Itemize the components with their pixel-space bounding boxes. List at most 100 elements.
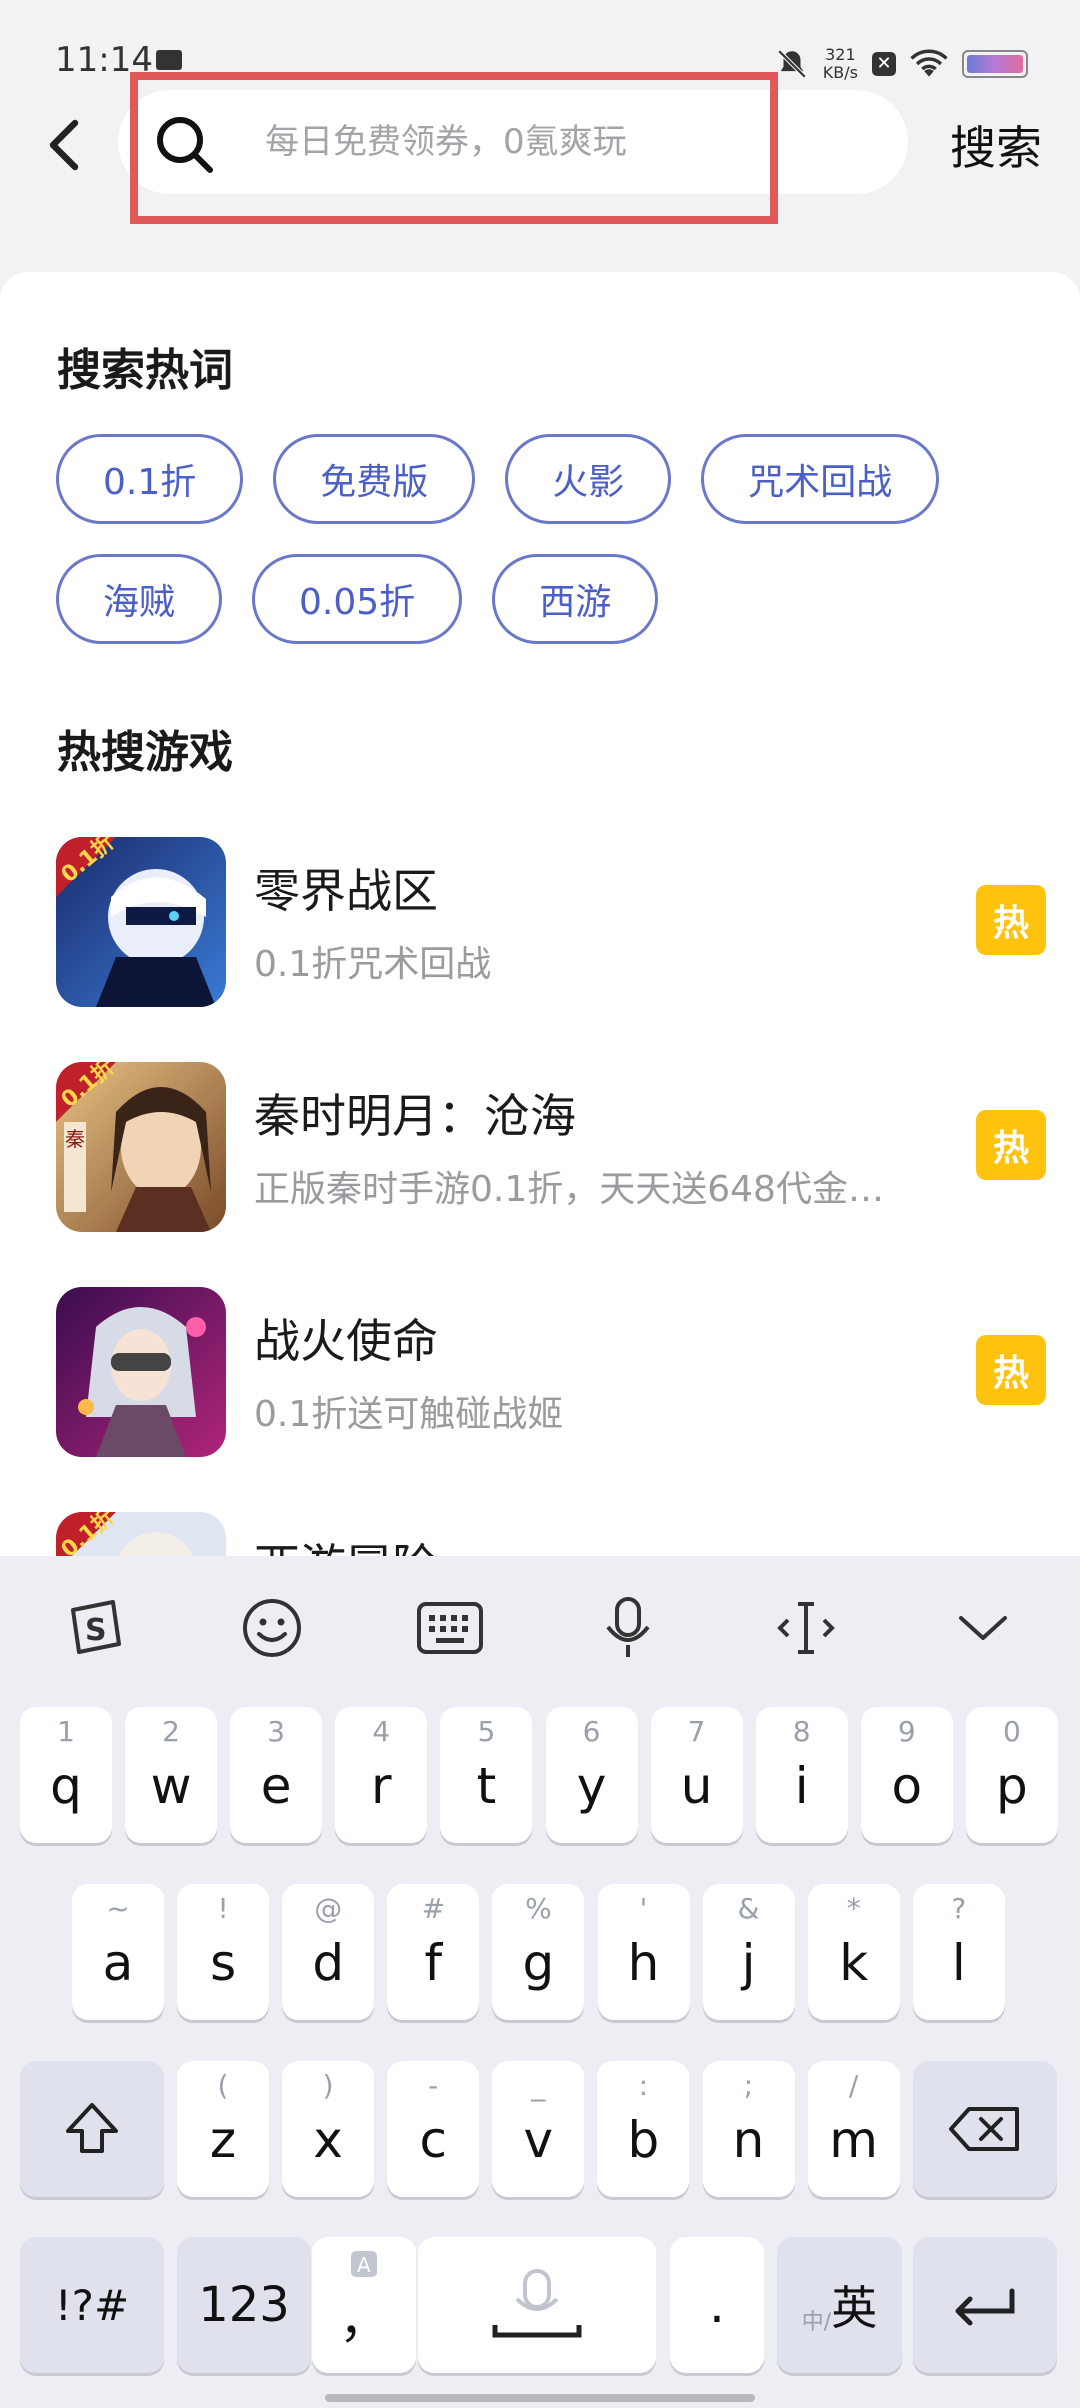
key-hint: 1 xyxy=(57,1715,75,1748)
hot-word-chip[interactable]: 咒术回战 xyxy=(701,434,940,524)
letter-key[interactable]: 1q xyxy=(20,1707,112,1843)
letter-key[interactable]: ! s xyxy=(177,1884,270,2020)
comma-key[interactable]: A ， xyxy=(312,2237,416,2373)
key-hint: ; xyxy=(743,2069,754,2102)
letter-key[interactable]: 0p xyxy=(965,1707,1058,1843)
back-button[interactable] xyxy=(38,110,88,180)
letter-key[interactable]: 9o xyxy=(860,1707,953,1843)
key-hint: ) xyxy=(322,2069,334,2102)
network-speed: 321 KB/s xyxy=(823,46,858,82)
letter-key[interactable]: @ d xyxy=(282,1884,375,2020)
key-letter: g xyxy=(522,1934,555,1992)
numbers-key[interactable]: 123 xyxy=(177,2237,311,2373)
key-hint: * xyxy=(846,1892,861,1925)
svg-text:A: A xyxy=(357,2253,371,2277)
game-list-item[interactable]: 0.1折 零界战区 0.1折咒术回战 热 xyxy=(56,837,1046,1007)
svg-text:秦: 秦 xyxy=(65,1127,85,1151)
key-hint: @ xyxy=(314,1892,343,1925)
key-hint: # xyxy=(421,1892,446,1925)
key-letter: j xyxy=(741,1934,756,1992)
status-time: 11:14 xyxy=(55,40,153,80)
key-letter: t xyxy=(476,1757,497,1815)
search-input[interactable] xyxy=(265,112,745,172)
voice-space-icon xyxy=(492,2269,582,2338)
key-letter: k xyxy=(839,1934,869,1992)
space-key[interactable] xyxy=(418,2237,656,2373)
letter-key[interactable]: ~ a xyxy=(72,1884,164,2020)
shift-arrow-icon xyxy=(66,2103,118,2153)
shift-key[interactable] xyxy=(20,2061,164,2197)
hot-word-chip[interactable]: 火影 xyxy=(505,434,672,524)
game-name: 零界战区 xyxy=(254,864,438,918)
backspace-key[interactable] xyxy=(913,2061,1057,2197)
home-indicator[interactable] xyxy=(325,2394,755,2402)
key-letter: a xyxy=(102,1934,134,1992)
key-hint: - xyxy=(428,2069,439,2102)
letter-key[interactable]: * k xyxy=(807,1884,900,2020)
letter-key[interactable]: ? l xyxy=(912,1884,1005,2020)
hot-words-row: 0.1折 免费版 火影 咒术回战 xyxy=(56,434,1036,524)
sim-off-icon: ✕ xyxy=(872,52,896,76)
letter-key[interactable]: ' h xyxy=(597,1884,690,2020)
language-switch-big: 英 xyxy=(831,2281,878,2335)
hot-word-chip[interactable]: 0.1折 xyxy=(56,434,244,524)
status-bar: 11:14 321 KB/s ✕ xyxy=(0,0,1080,90)
letter-key[interactable]: / m xyxy=(807,2061,900,2197)
key-letter: c xyxy=(419,2111,447,2169)
cursor-move-icon[interactable] xyxy=(768,1590,844,1666)
letter-key[interactable]: % g xyxy=(492,1884,585,2020)
sogou-logo-icon[interactable]: S xyxy=(57,1590,133,1666)
game-description: 正版秦时手游0.1折，天天送648代金… xyxy=(254,1169,884,1210)
key-hint: ? xyxy=(951,1892,967,1925)
keyboard-toolbar: S xyxy=(0,1556,1080,1696)
key-hint: 6 xyxy=(582,1715,601,1748)
game-list-item[interactable]: 秦 0.1折 秦时明月：沧海 正版秦时手游0.1折，天天送648代金… 热 xyxy=(56,1062,1046,1232)
hot-word-chip[interactable]: 西游 xyxy=(492,554,659,644)
letter-key[interactable]: :b xyxy=(597,2061,690,2197)
status-icons: 321 KB/s ✕ xyxy=(775,42,1028,86)
hot-words-title: 搜索热词 xyxy=(57,345,233,396)
hot-word-chip[interactable]: 海贼 xyxy=(56,554,223,644)
game-list-item[interactable]: 战火使命 0.1折送可触碰战姬 热 xyxy=(56,1287,1046,1457)
key-hint: ! xyxy=(217,1892,229,1925)
key-hint: & xyxy=(737,1892,760,1925)
enter-key[interactable] xyxy=(913,2237,1057,2373)
letter-key[interactable]: _ v xyxy=(492,2061,585,2197)
network-speed-unit: KB/s xyxy=(822,63,858,82)
letter-key[interactable]: 5t xyxy=(440,1707,533,1843)
language-switch-key[interactable]: 中/ 英 xyxy=(777,2237,902,2373)
key-hint: / xyxy=(848,2069,859,2102)
letter-key[interactable]: -c xyxy=(387,2061,480,2197)
letter-key[interactable]: # f xyxy=(387,1884,480,2020)
bell-muted-icon xyxy=(777,49,807,79)
key-letter: f xyxy=(424,1934,443,1992)
hot-word-chip[interactable]: 免费版 xyxy=(273,434,476,524)
hot-words-list: 0.1折 免费版 火影 咒术回战 海贼 0.05折 西游 xyxy=(56,434,1036,674)
hot-word-chip[interactable]: 0.05折 xyxy=(252,554,463,644)
letter-key[interactable]: ; n xyxy=(702,2061,795,2197)
letter-key[interactable]: (z xyxy=(177,2061,269,2197)
letter-key[interactable]: 8i xyxy=(755,1707,848,1843)
symbols-key[interactable]: !?# xyxy=(20,2237,164,2373)
hot-badge: 热 xyxy=(976,1335,1046,1405)
keyboard-layout-icon[interactable] xyxy=(412,1590,488,1666)
letter-key[interactable]: & j xyxy=(702,1884,795,2020)
letter-key[interactable]: 4r xyxy=(335,1707,428,1843)
letter-key[interactable]: ) x xyxy=(282,2061,375,2197)
letter-key[interactable]: 2w xyxy=(125,1707,218,1843)
hot-badge: 热 xyxy=(976,1110,1046,1180)
key-hint: 3 xyxy=(267,1715,286,1748)
search-button[interactable]: 搜索 xyxy=(950,112,1042,178)
letter-key[interactable]: 3e xyxy=(230,1707,323,1843)
period-key[interactable]: . xyxy=(670,2237,764,2373)
key-hint: 2 xyxy=(162,1715,180,1748)
search-icon xyxy=(150,110,220,180)
letter-key[interactable]: 7u xyxy=(650,1707,743,1843)
emoji-icon[interactable] xyxy=(234,1590,310,1666)
svg-text:S: S xyxy=(85,1613,107,1648)
key-letter: p xyxy=(996,1757,1028,1815)
letter-key[interactable]: 6y xyxy=(545,1707,638,1843)
key-hint: _ xyxy=(531,2069,546,2102)
microphone-icon[interactable] xyxy=(590,1590,666,1666)
collapse-keyboard-icon[interactable] xyxy=(945,1590,1021,1666)
